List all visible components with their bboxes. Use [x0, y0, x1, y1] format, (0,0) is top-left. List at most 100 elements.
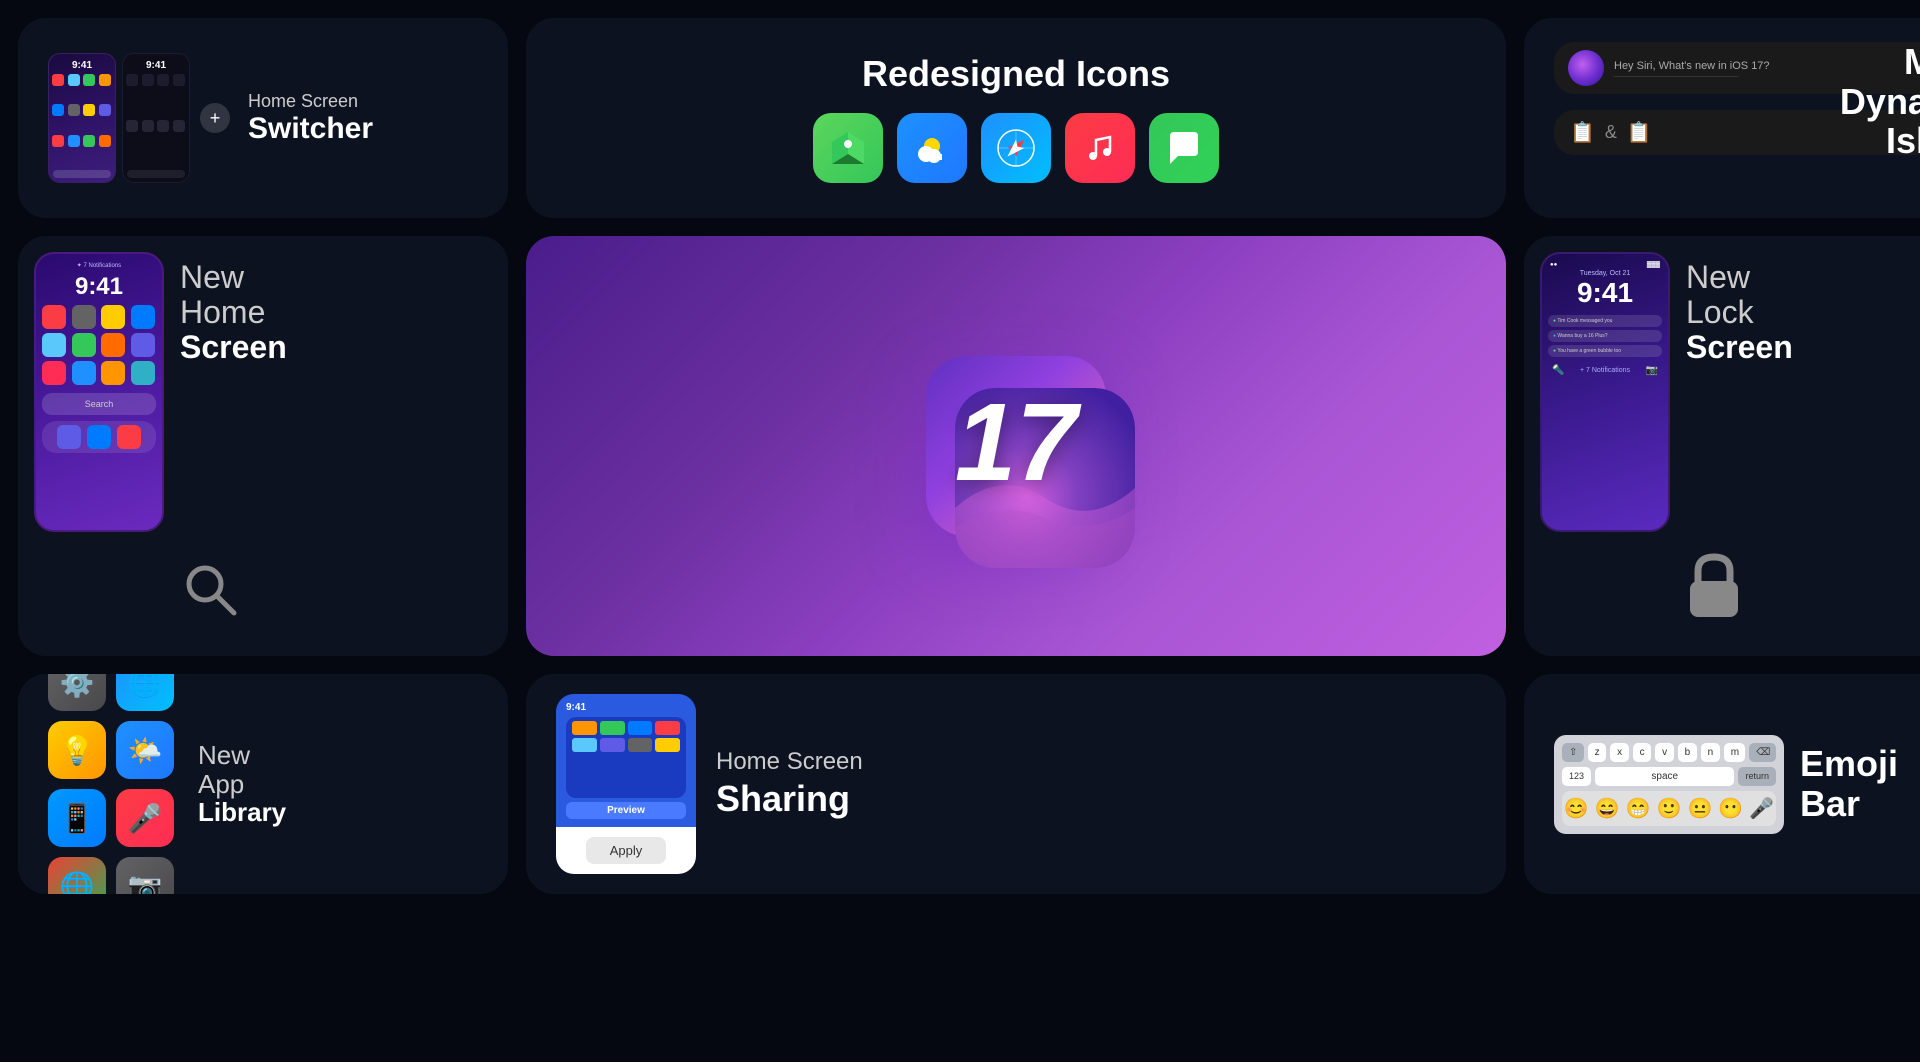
lock-battery: ▓▓▓ [1647, 262, 1660, 268]
sharing-preview-label: Preview [566, 802, 686, 819]
app-dot [68, 74, 80, 86]
home-search-bar: Search [42, 393, 156, 415]
emoji-mic[interactable]: 🎤 [1749, 796, 1774, 821]
dock-app [57, 425, 81, 449]
card-redesigned: Redesigned Icons [526, 18, 1506, 218]
card-home-screen-sharing: 9:41 Preview Apply [526, 674, 1506, 894]
lib-icon-appstore: 📱 [48, 789, 106, 847]
lib-icon-weather: 🌤️ [116, 721, 174, 779]
app-dot [99, 135, 111, 147]
app-dot [52, 74, 64, 86]
notif-icon: ● [1553, 333, 1556, 339]
app-icon [42, 305, 66, 329]
lock-title-line1: New [1686, 260, 1793, 295]
lock-phone-date: Tuesday, Oct 21 [1548, 270, 1662, 277]
key-m[interactable]: m [1724, 743, 1746, 762]
ampersand: & [1605, 122, 1617, 143]
app-icon [72, 361, 96, 385]
app-icon [101, 305, 125, 329]
add-button[interactable]: + [200, 103, 230, 133]
prev-app [655, 738, 680, 752]
lib-icon-chrome: 🌐 [48, 857, 106, 894]
app-dot [173, 74, 185, 86]
redesigned-title: Redesigned Icons [862, 53, 1170, 95]
app-icon [42, 361, 66, 385]
app-dot [126, 120, 138, 132]
app-dot [83, 135, 95, 147]
card-new-home-screen: ✦ 7 Notifications 9:41 [18, 236, 508, 656]
emoji-char[interactable]: 😁 [1626, 796, 1651, 821]
emoji-row: 😊 😄 😁 🙂 😐 😶 🎤 [1570, 796, 1768, 821]
app-icon [131, 361, 155, 385]
phone2-grid [123, 71, 189, 166]
app-dot [99, 104, 111, 116]
sharing-title-line1: Home Screen [716, 748, 863, 777]
emoji-bar-strip: 😊 😄 😁 🙂 😐 😶 🎤 [1562, 791, 1776, 826]
app-dot [68, 135, 80, 147]
lock-phone-time: 9:41 [1548, 277, 1662, 309]
kbd-row-top: ⇧ z x c v b n m ⌫ [1562, 743, 1776, 762]
maps-svg [828, 128, 868, 168]
card-dynamic-island: Hey Siri, What's new in iOS 17? 📋 & 📋 Mo… [1524, 18, 1920, 218]
lib-title-line3: Library [198, 798, 286, 827]
key-n[interactable]: n [1701, 743, 1720, 762]
notif-icon: ● [1553, 348, 1556, 354]
key-delete[interactable]: ⌫ [1749, 743, 1776, 762]
app-icon [131, 305, 155, 329]
lock-right: New Lock Screen [1670, 236, 1809, 656]
phone1-time: 9:41 [49, 60, 115, 71]
prev-app [600, 738, 625, 752]
siri-text: Hey Siri, What's new in iOS 17? [1614, 60, 1770, 72]
phone-mock-2: 9:41 [122, 53, 190, 183]
lock-bottom-bar: 🔦 + 7 Notifications 📷 [1548, 365, 1662, 376]
app-dot [52, 135, 64, 147]
phone-group: 9:41 9:41 [48, 53, 230, 183]
messages-icon [1149, 113, 1219, 183]
home-phone: ✦ 7 Notifications 9:41 [34, 252, 164, 532]
phone2-dock [127, 170, 185, 178]
home-app-grid [42, 305, 156, 385]
ios17-number: 17 [955, 381, 1077, 504]
search-svg [180, 559, 240, 619]
lib-icon-lightbulb: 💡 [48, 721, 106, 779]
music-svg [1082, 130, 1118, 166]
home-content: ✦ 7 Notifications 9:41 [18, 236, 508, 656]
lock-notif-2: ● Wanna buy a 16 Plus? [1548, 330, 1662, 342]
key-b[interactable]: b [1678, 743, 1697, 762]
key-c[interactable]: c [1633, 743, 1652, 762]
siri-orb [1568, 50, 1604, 86]
home-dock [42, 421, 156, 453]
dynamic-title-line1: More [1840, 42, 1920, 82]
lock-notifications: ● Tim Cook messaged you ● Wanna buy a 16… [1548, 315, 1662, 357]
emoji-char[interactable]: 😶 [1718, 796, 1743, 821]
lock-title-line3: Screen [1686, 330, 1793, 365]
emoji-char[interactable]: 😊 [1564, 796, 1589, 821]
key-return[interactable]: return [1738, 767, 1776, 786]
emoji-char[interactable]: 🙂 [1657, 796, 1682, 821]
phone1-dock [53, 170, 111, 178]
lock-notif-count: + 7 Notifications [1580, 367, 1630, 374]
key-shift: ⇧ [1562, 743, 1584, 762]
sharing-apply-button[interactable]: Apply [586, 837, 667, 864]
app-library-grid: ⚙️ 🌐 💡 🌤️ 📱 🎤 🌐 📷 [48, 674, 174, 894]
lock-svg [1686, 553, 1742, 619]
lock-notif-3: ● You have a green bubble too [1548, 345, 1662, 357]
lock-notif-1: ● Tim Cook messaged you [1548, 315, 1662, 327]
key-v[interactable]: v [1655, 743, 1674, 762]
lib-title-line1: New [198, 741, 286, 770]
sharing-phone: 9:41 Preview Apply [556, 694, 696, 874]
search-label: Search [85, 399, 114, 409]
emoji-char[interactable]: 😐 [1687, 796, 1712, 821]
weather-svg [912, 128, 952, 168]
sharing-title-line2: Sharing [716, 777, 863, 820]
key-space[interactable]: space [1595, 767, 1734, 786]
key-123[interactable]: 123 [1562, 767, 1591, 786]
maps-icon [813, 113, 883, 183]
lock-title-line2: Lock [1686, 295, 1793, 330]
app-icon [101, 361, 125, 385]
home-title-line3: Screen [180, 330, 287, 365]
key-x[interactable]: x [1610, 743, 1629, 762]
emoji-keyboard: ⇧ z x c v b n m ⌫ 123 space return 😊 😄 😁 [1554, 735, 1784, 834]
emoji-char[interactable]: 😄 [1595, 796, 1620, 821]
key-z[interactable]: z [1588, 743, 1607, 762]
